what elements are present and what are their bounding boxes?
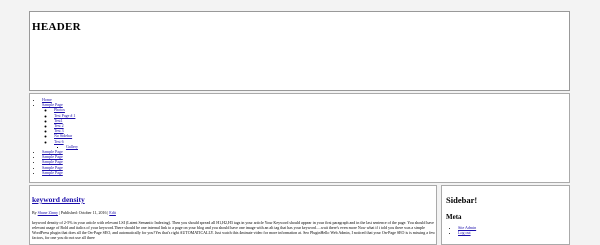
post-title-link[interactable]: keyword density xyxy=(32,195,85,204)
nav-subitem-gallery[interactable]: Gallery xyxy=(66,144,78,149)
edit-link[interactable]: Edit xyxy=(109,210,116,215)
meta-by-label: By xyxy=(32,210,37,215)
meta-links: Site Admin Log out xyxy=(458,225,476,235)
sidebar-title: Sidebar! xyxy=(446,195,478,205)
nav-subitem-test-6[interactable]: Test 6 Gallery xyxy=(54,139,78,149)
published-date: | Published: October 11, 2016 | xyxy=(59,210,109,215)
post-excerpt: keyword density of 2-5% in your article … xyxy=(32,220,435,241)
nav-submenu: Photos Test Page # 1 Test1 Test 2 Test 3… xyxy=(42,107,78,149)
main-content: keyword density By Shane Zinny | Publish… xyxy=(29,185,437,245)
nav-item-sample-page[interactable]: Sample Page xyxy=(42,170,78,175)
meta-widget-title: Meta xyxy=(446,213,462,221)
log-out-link[interactable]: Log out xyxy=(458,230,476,235)
site-header: HEADER xyxy=(29,11,570,91)
nav-list: Home Sample Page Photos Test Page # 1 Te… xyxy=(42,97,78,175)
author-link[interactable]: Shane Zinny xyxy=(38,210,58,215)
sidebar: Sidebar! Meta Site Admin Log out xyxy=(441,185,570,245)
post-meta: By Shane Zinny | Published: October 11, … xyxy=(32,210,116,215)
nav-item-sample-page[interactable]: Sample Page Photos Test Page # 1 Test1 T… xyxy=(42,102,78,149)
header-title: HEADER xyxy=(32,21,81,33)
navigation-menu: Home Sample Page Photos Test Page # 1 Te… xyxy=(29,93,570,183)
